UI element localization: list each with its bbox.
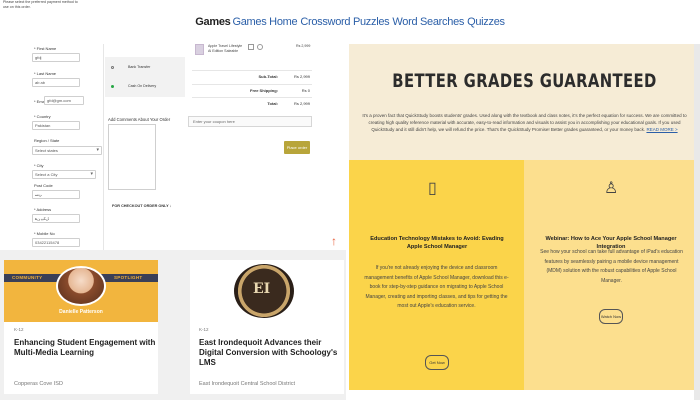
subtotal-row: Sub-Total: Rs 2,999: [192, 70, 312, 82]
subtotal-label: Sub-Total:: [258, 74, 278, 79]
ebook-title: Education Technology Mistakes to Avoid: …: [370, 236, 504, 250]
nav-link-word-searches[interactable]: Word Searches: [392, 16, 464, 28]
postcode-label: Post Code: [34, 183, 53, 188]
card-2-title[interactable]: East Irondequoit Advances their Digital …: [199, 338, 347, 368]
product-name: Apple Travel Lifestyle Ai Edition Saleab…: [208, 44, 243, 53]
coupon-input[interactable]: Enter your coupon here: [188, 116, 312, 127]
address-field[interactable]: ﻞﮑﯿﭘ ﻦﻫ: [32, 214, 80, 223]
shipping-label: Free Shipping:: [250, 88, 278, 93]
product-thumbnail: [195, 44, 204, 55]
webinar-body: See how your school can take full advant…: [540, 249, 683, 284]
total-value: Rs 2,999: [293, 101, 310, 106]
nav-link-games-home[interactable]: Games Home: [232, 16, 297, 28]
bank-transfer-label: Bank Transfer: [128, 65, 151, 69]
country-field[interactable]: Pakistan: [32, 121, 80, 130]
scroll-top-arrow-icon[interactable]: ↑: [331, 234, 337, 248]
postcode-field[interactable]: ﺮﺘﺳ: [32, 190, 80, 199]
card-1-tag: K-12: [14, 327, 24, 332]
last-name-label: * Last Name: [34, 71, 57, 76]
payment-options: [105, 57, 185, 97]
comments-label: Add Comments About Your Order: [108, 117, 171, 122]
mobile-label: * Mobile No: [34, 231, 55, 236]
org-chart-icon: ♙: [604, 180, 619, 197]
hero-title: BETTER GRADES GUARANTEED: [392, 70, 657, 92]
card-1-source: Copperas Cove ISD: [14, 381, 63, 387]
first-name-label: * First Name: [34, 46, 57, 51]
region-select[interactable]: Select states: [32, 146, 102, 155]
mobile-field[interactable]: 03422115478: [32, 238, 80, 247]
read-more-link[interactable]: READ MORE >: [646, 127, 677, 132]
city-select[interactable]: Select a City: [32, 170, 96, 179]
avatar: [56, 266, 106, 306]
top-nav: Games Games Home Crossword Puzzles Word …: [0, 0, 700, 44]
total-label: Total:: [267, 101, 278, 106]
person-name: Danielle Patterson: [59, 309, 103, 315]
card-1-title[interactable]: Enhancing Student Engagement with Multi-…: [14, 338, 162, 358]
nav-link-quizzes[interactable]: Quizzes: [467, 16, 505, 28]
cod-radio[interactable]: [111, 85, 114, 88]
bank-transfer-radio[interactable]: [111, 66, 114, 69]
city-label: * City: [34, 163, 44, 168]
subtotal-value: Rs 2,999: [293, 74, 310, 79]
checkout-only-note: FOR CHECKOUT ORDER ONLY ↓: [112, 204, 172, 208]
product-price: Rs 2,999: [296, 44, 311, 48]
last-name-field[interactable]: ab ab: [32, 78, 80, 87]
remove-icon[interactable]: [257, 44, 263, 50]
country-label: * Country: [34, 114, 51, 119]
payment-note: Please select the preferred payment meth…: [3, 0, 78, 9]
phone-checklist-icon: ▯: [428, 180, 437, 197]
community-label: COMMUNITY: [12, 275, 43, 280]
card-2-tag: K-12: [199, 327, 209, 332]
card-2-source: East Irondequoit Central School District: [199, 381, 295, 387]
quantity-box[interactable]: [248, 44, 254, 50]
shipping-row: Free Shipping: Rs 0: [192, 84, 312, 96]
scrollbar[interactable]: [694, 44, 700, 400]
hero-text: It's a proven fact that QuickStudy boost…: [362, 112, 687, 133]
hero-banner: [349, 44, 700, 160]
spotlight-label: SPOTLIGHT: [114, 275, 143, 280]
nav-brand[interactable]: Games: [195, 16, 231, 28]
first-name-field[interactable]: gfdj: [32, 53, 80, 62]
ebook-body: If you're not already enjoying the devic…: [364, 265, 509, 309]
cod-label: Cash On Delivery: [128, 84, 157, 88]
email-field[interactable]: gfd@gm.com: [44, 96, 84, 105]
watch-now-button[interactable]: Watch Now: [599, 309, 623, 324]
place-order-button[interactable]: Place order: [284, 141, 310, 154]
get-now-button[interactable]: Get Now: [425, 355, 449, 370]
total-row: Total: Rs 2,999: [192, 97, 312, 109]
seal-letters: EI: [253, 281, 271, 297]
nav-link-crossword[interactable]: Crossword Puzzles: [300, 16, 389, 28]
comments-textarea[interactable]: [108, 124, 156, 190]
address-label: * Address: [34, 207, 52, 212]
shipping-value: Rs 0: [301, 88, 310, 93]
hero-body: It's a proven fact that QuickStudy boost…: [362, 113, 687, 132]
region-label: Region / State: [34, 138, 60, 143]
